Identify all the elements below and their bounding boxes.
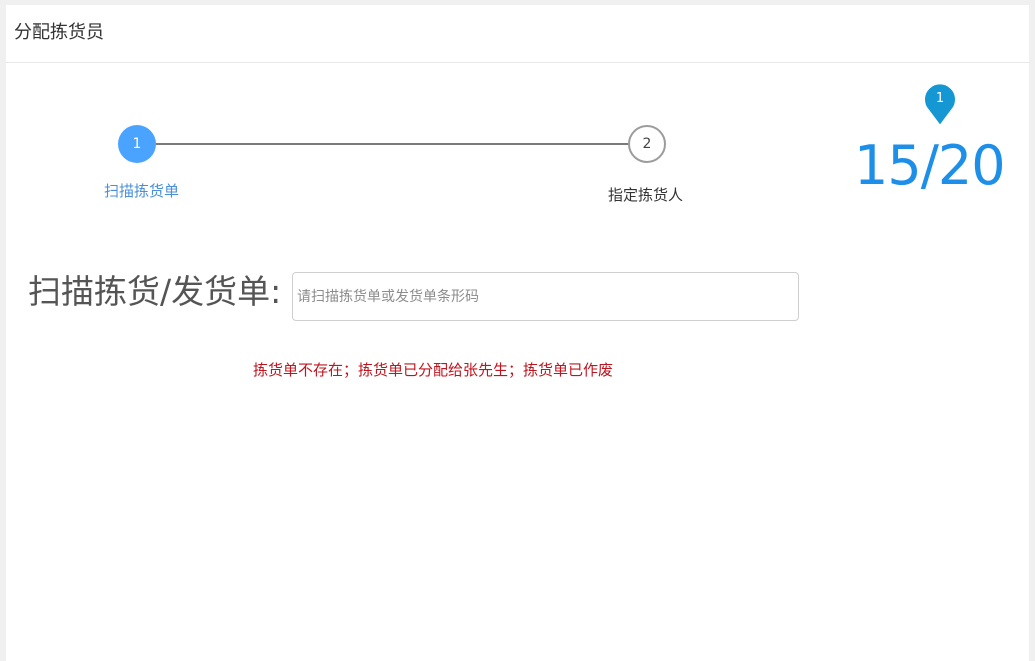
steps-connector [156, 143, 629, 145]
error-message: 拣货单不存在；拣货单已分配给张先生；拣货单已作废 [253, 361, 614, 379]
barcode-scan-input[interactable] [292, 272, 799, 321]
scan-counter: 15/20 [854, 134, 1006, 197]
page-title: 分配拣货员 [14, 22, 104, 43]
step-2-circle: 2 [628, 125, 666, 163]
step-1-label: 扫描拣货单 [104, 182, 180, 200]
assign-picker-panel: 分配拣货员 1 2 扫描拣货单 指定拣货人 1 15/20 扫描拣货/发货单: … [6, 5, 1029, 661]
panel-header: 分配拣货员 [6, 5, 1029, 63]
badge-count: 1 [936, 91, 944, 106]
step-2-label: 指定拣货人 [608, 186, 684, 204]
scan-label: 扫描拣货/发货单: [28, 272, 282, 311]
map-pin-badge-icon: 1 [923, 80, 957, 128]
step-1-circle: 1 [118, 125, 156, 163]
